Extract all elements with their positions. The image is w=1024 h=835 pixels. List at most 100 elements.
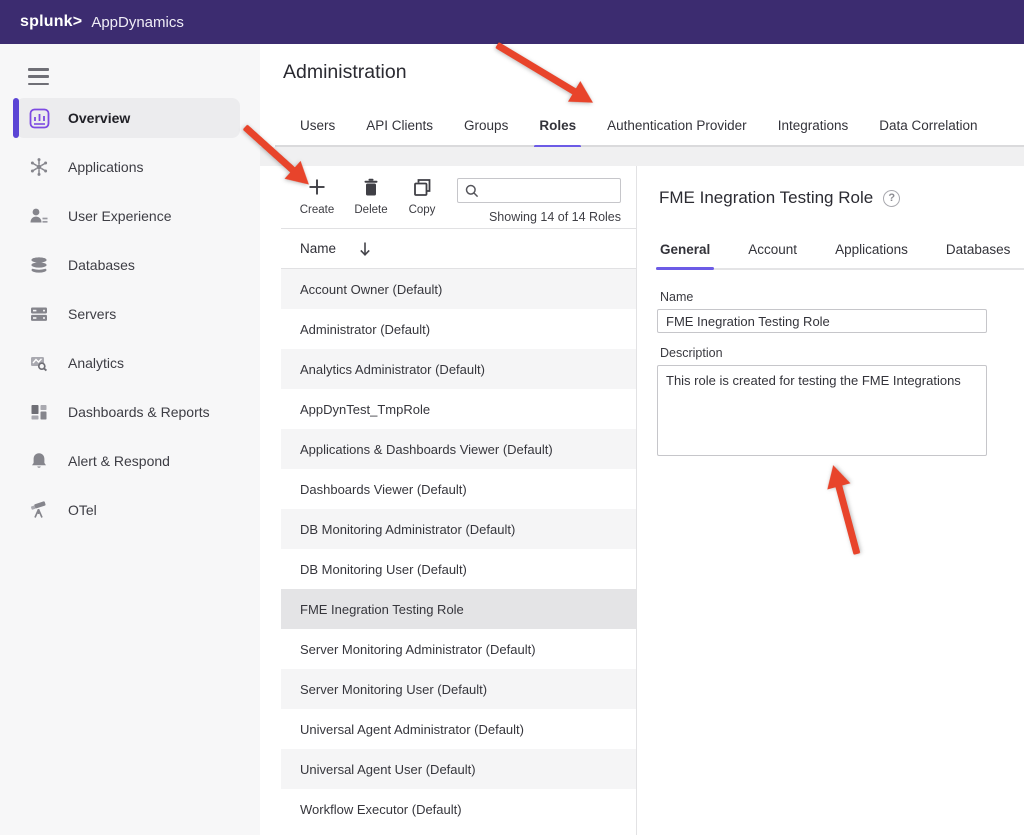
role-detail-panel: FME Inegration Testing Role ? General Ac…	[656, 166, 1024, 835]
sidebar-item-label: Analytics	[68, 355, 124, 371]
sort-descending-icon[interactable]	[358, 241, 372, 257]
role-name: Analytics Administrator (Default)	[300, 362, 485, 377]
applications-icon	[28, 156, 50, 178]
tab-integrations[interactable]: Integrations	[778, 105, 849, 146]
role-name: Administrator (Default)	[300, 322, 430, 337]
table-row[interactable]: Universal Agent User (Default)	[281, 749, 636, 789]
table-row[interactable]: Dashboards Viewer (Default)	[281, 469, 636, 509]
table-row[interactable]: DB Monitoring Administrator (Default)	[281, 509, 636, 549]
table-row[interactable]: Account Owner (Default)	[281, 269, 636, 309]
roles-toolbar: Create Delete	[281, 166, 636, 229]
plus-icon	[308, 176, 326, 198]
sidebar-item-alert-respond[interactable]: Alert & Respond	[16, 441, 240, 481]
hamburger-menu-icon[interactable]	[28, 68, 49, 85]
role-name: FME Inegration Testing Role	[300, 602, 464, 617]
sidebar-item-applications[interactable]: Applications	[16, 147, 240, 187]
page-title: Administration	[283, 61, 407, 84]
sidebar-item-label: Servers	[68, 306, 116, 322]
tab-data-correlation[interactable]: Data Correlation	[879, 105, 977, 146]
sidebar-item-label: Databases	[68, 257, 135, 273]
table-row[interactable]: AppDynTest_TmpRole	[281, 389, 636, 429]
roles-search[interactable]	[457, 178, 621, 203]
role-name: Server Monitoring Administrator (Default…	[300, 642, 536, 657]
tab-groups[interactable]: Groups	[464, 105, 508, 146]
search-icon	[464, 183, 480, 199]
search-input[interactable]	[480, 179, 620, 202]
name-column-header[interactable]: Name	[281, 229, 636, 269]
tab-roles[interactable]: Roles	[539, 105, 576, 146]
sidebar-item-label: Alert & Respond	[68, 453, 170, 469]
role-detail-tabs: General Account Applications Databases	[656, 230, 1024, 270]
servers-icon	[28, 303, 50, 325]
table-row[interactable]: Workflow Executor (Default)	[281, 789, 636, 829]
active-accent-bar	[13, 98, 19, 138]
role-name-input[interactable]	[657, 309, 987, 333]
table-row[interactable]: Administrator (Default)	[281, 309, 636, 349]
table-row[interactable]: DB Monitoring User (Default)	[281, 549, 636, 589]
splunk-logo: splunk>	[20, 13, 82, 31]
role-name: Universal Agent User (Default)	[300, 762, 476, 777]
table-row-selected[interactable]: FME Inegration Testing Role	[281, 589, 636, 629]
otel-telescope-icon	[28, 499, 50, 521]
role-name: Universal Agent Administrator (Default)	[300, 722, 524, 737]
tab-applications[interactable]: Applications	[835, 230, 908, 268]
showing-count: Showing 14 of 14 Roles	[489, 210, 621, 224]
user-experience-icon	[28, 205, 50, 227]
alert-bell-icon	[28, 450, 50, 472]
delete-button[interactable]: Delete	[348, 176, 394, 216]
name-field-label: Name	[660, 290, 693, 304]
role-name: AppDynTest_TmpRole	[300, 402, 430, 417]
dashboards-icon	[28, 401, 50, 423]
sidebar-item-servers[interactable]: Servers	[16, 294, 240, 334]
sidebar-item-label: OTel	[68, 502, 97, 518]
tab-api-clients[interactable]: API Clients	[366, 105, 433, 146]
sidebar-item-overview[interactable]: Overview	[16, 98, 240, 138]
sidebar-item-user-experience[interactable]: User Experience	[16, 196, 240, 236]
description-field-label: Description	[660, 346, 723, 360]
app-screen: splunk> AppDynamics Overview	[0, 0, 1024, 835]
role-name: Account Owner (Default)	[300, 282, 442, 297]
trash-icon	[362, 176, 380, 198]
sidebar-item-dashboards-reports[interactable]: Dashboards & Reports	[16, 392, 240, 432]
administration-tabs: Users API Clients Groups Roles Authentic…	[275, 106, 1024, 147]
sidebar-item-analytics[interactable]: Analytics	[16, 343, 240, 383]
tab-account[interactable]: Account	[748, 230, 797, 268]
table-row[interactable]: Analytics Administrator (Default)	[281, 349, 636, 389]
sidebar-nav: Overview Appli	[0, 98, 260, 539]
main-content: Administration Users API Clients Groups …	[260, 44, 1024, 835]
tab-users[interactable]: Users	[300, 105, 335, 146]
tab-databases[interactable]: Databases	[946, 230, 1011, 268]
overview-icon	[28, 107, 50, 129]
name-column-label: Name	[300, 241, 336, 256]
role-name: DB Monitoring User (Default)	[300, 562, 467, 577]
sidebar-item-label: Dashboards & Reports	[68, 404, 210, 420]
table-row[interactable]: Universal Agent Administrator (Default)	[281, 709, 636, 749]
topbar: splunk> AppDynamics	[0, 0, 1024, 44]
role-name: Workflow Executor (Default)	[300, 802, 462, 817]
sidebar-item-label: Applications	[68, 159, 144, 175]
copy-icon	[413, 176, 432, 198]
role-description-textarea[interactable]: This role is created for testing the FME…	[657, 365, 987, 456]
delete-label: Delete	[354, 204, 387, 216]
roles-list-panel: Create Delete	[281, 166, 637, 835]
tab-general[interactable]: General	[660, 230, 710, 268]
create-button[interactable]: Create	[294, 176, 340, 216]
help-icon[interactable]: ?	[883, 190, 900, 207]
role-name: Dashboards Viewer (Default)	[300, 482, 467, 497]
sidebar: Overview Appli	[0, 44, 260, 835]
table-row[interactable]: Server Monitoring Administrator (Default…	[281, 629, 636, 669]
section-divider-band	[260, 147, 1024, 166]
copy-label: Copy	[409, 204, 436, 216]
sidebar-item-label: Overview	[68, 110, 130, 126]
create-label: Create	[300, 204, 335, 216]
analytics-icon	[28, 352, 50, 374]
role-name: Applications & Dashboards Viewer (Defaul…	[300, 442, 553, 457]
databases-icon	[28, 254, 50, 276]
sidebar-item-databases[interactable]: Databases	[16, 245, 240, 285]
sidebar-item-otel[interactable]: OTel	[16, 490, 240, 530]
table-row[interactable]: Applications & Dashboards Viewer (Defaul…	[281, 429, 636, 469]
copy-button[interactable]: Copy	[399, 176, 445, 216]
tab-authentication-provider[interactable]: Authentication Provider	[607, 105, 747, 146]
table-row[interactable]: Server Monitoring User (Default)	[281, 669, 636, 709]
role-name: Server Monitoring User (Default)	[300, 682, 487, 697]
